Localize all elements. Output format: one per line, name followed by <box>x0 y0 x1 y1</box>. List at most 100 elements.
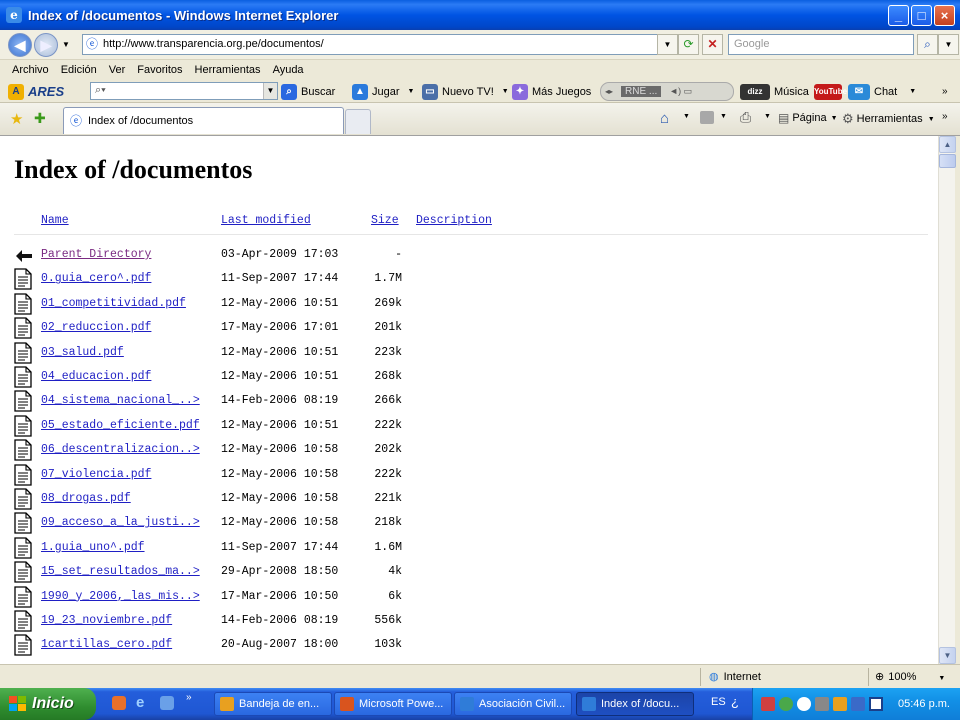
tray-security-icon[interactable] <box>851 697 865 711</box>
feeds-icon[interactable] <box>700 111 714 124</box>
musica-button[interactable]: dizz Música <box>740 82 809 101</box>
menu-edicion[interactable]: Edición <box>61 64 97 76</box>
clock[interactable]: 05:46 p.m. <box>898 688 950 720</box>
scroll-up-button[interactable]: ▲ <box>939 136 956 153</box>
ares-search-icon: ⌕ <box>281 83 297 100</box>
quicklaunch-ie-icon[interactable]: e <box>136 694 144 711</box>
column-header-last-modified[interactable]: Last modified <box>221 214 311 227</box>
add-favorites-icon[interactable]: ✚ <box>34 110 46 127</box>
file-link[interactable]: 01_competitividad.pdf <box>41 297 186 310</box>
taskbar-button[interactable]: Asociación Civil... <box>454 692 572 716</box>
taskbar-button[interactable]: Microsoft Powe... <box>334 692 452 716</box>
tray-network-icon[interactable] <box>815 697 829 711</box>
file-link[interactable]: 1cartillas_cero.pdf <box>41 638 172 651</box>
print-icon[interactable]: ⎙ <box>740 109 751 126</box>
pagina-menu[interactable]: ▤ Página ▼ <box>778 111 838 125</box>
home-icon[interactable]: ⌂ <box>660 110 669 127</box>
refresh-icon[interactable]: ⟳ <box>678 34 699 55</box>
menu-ver[interactable]: Ver <box>109 64 126 76</box>
file-link[interactable]: 1990_y_2006,_las_mis..> <box>41 590 200 603</box>
quicklaunch-overflow-icon[interactable]: » <box>186 692 192 703</box>
file-link[interactable]: 04_sistema_nacional_..> <box>41 394 200 407</box>
column-header-description[interactable]: Description <box>416 214 492 227</box>
chat-button[interactable]: ✉ Chat ▼ <box>848 82 916 101</box>
file-link[interactable]: 19_23_noviembre.pdf <box>41 614 172 627</box>
menu-ayuda[interactable]: Ayuda <box>273 64 304 76</box>
column-header-size[interactable]: Size <box>371 214 399 227</box>
herramientas-menu[interactable]: ⚙ Herramientas ▼ <box>842 111 935 127</box>
radio-controls-icon[interactable]: ◂▸ <box>605 87 613 96</box>
file-link[interactable]: 15_set_resultados_ma..> <box>41 565 200 578</box>
file-icon <box>14 634 34 657</box>
volume-icon[interactable]: ◄) ▭ <box>669 86 692 97</box>
taskbar-button[interactable]: Bandeja de en... <box>214 692 332 716</box>
tray-panda-icon[interactable] <box>797 697 811 711</box>
scroll-down-button[interactable]: ▼ <box>939 647 956 664</box>
menu-favoritos[interactable]: Favoritos <box>137 64 182 76</box>
ares-search-input[interactable]: ⌕▾ ▼ <box>90 82 278 100</box>
language-indicator[interactable]: ES <box>711 696 726 708</box>
tray-warning-icon[interactable] <box>833 697 847 711</box>
address-dropdown-icon[interactable]: ▼ <box>657 34 678 55</box>
file-link[interactable]: 0.guia_cero^.pdf <box>41 272 151 285</box>
youtube-button[interactable]: YouTube <box>814 82 847 101</box>
column-header-name[interactable]: Name <box>41 214 69 227</box>
new-tab-button[interactable] <box>345 109 371 134</box>
file-icon <box>14 390 34 413</box>
address-input[interactable]: ⓔ http://www.transparencia.org.pe/docume… <box>82 34 674 55</box>
tray-media-icon[interactable] <box>869 697 883 711</box>
menu-archivo[interactable]: Archivo <box>12 64 49 76</box>
file-link[interactable]: 02_reduccion.pdf <box>41 321 151 334</box>
file-link[interactable]: 04_educacion.pdf <box>41 370 151 383</box>
file-link[interactable]: 1.guia_uno^.pdf <box>41 541 145 554</box>
file-icon <box>14 317 34 339</box>
size-cell: 222k <box>374 418 402 432</box>
jugar-button[interactable]: ▲ Jugar ▼ <box>352 82 414 101</box>
print-dropdown-icon[interactable]: ▼ <box>764 113 771 120</box>
file-link[interactable]: 09_acceso_a_la_justi..> <box>41 516 200 529</box>
nuevo-tv-button[interactable]: ▭ Nuevo TV! ▼ <box>422 82 509 101</box>
ares-search-button[interactable]: ⌕ Buscar <box>281 82 335 101</box>
radio-player[interactable]: ◂▸ RNE ... ◄) ▭ <box>600 82 734 101</box>
taskbar-button[interactable]: Index of /docu... <box>576 692 694 716</box>
search-options-icon[interactable]: ▼ <box>938 34 959 55</box>
tab-index-documentos[interactable]: ⓔ Index of /documentos <box>63 107 344 134</box>
minimize-button[interactable]: _ <box>888 5 909 26</box>
start-button[interactable]: Inicio <box>0 688 96 720</box>
stop-icon[interactable]: ✕ <box>702 34 723 55</box>
home-dropdown-icon[interactable]: ▼ <box>683 113 690 120</box>
tray-app-icon[interactable] <box>761 697 775 711</box>
file-link[interactable]: 08_drogas.pdf <box>41 492 131 505</box>
forward-button[interactable]: ▶ <box>34 33 58 57</box>
file-link[interactable]: 05_estado_eficiente.pdf <box>41 419 200 432</box>
vertical-scrollbar[interactable]: ▲ ▼ <box>938 136 956 664</box>
file-link[interactable]: 07_violencia.pdf <box>41 468 151 481</box>
table-row: 1990_y_2006,_las_mis..> 17-Mar-2006 10:50… <box>0 585 938 610</box>
search-input[interactable]: Google <box>728 34 914 55</box>
feeds-dropdown-icon[interactable]: ▼ <box>720 113 727 120</box>
tray-messenger-icon[interactable] <box>779 697 793 711</box>
search-icon[interactable]: ⌕ <box>917 34 938 55</box>
maximize-button[interactable]: □ <box>911 5 932 26</box>
window-titlebar[interactable]: e Index of /documentos - Windows Interne… <box>0 0 960 30</box>
file-link[interactable]: 03_salud.pdf <box>41 346 124 359</box>
mas-juegos-button[interactable]: ✦ Más Juegos <box>512 82 591 101</box>
recent-pages-dropdown-icon[interactable]: ▼ <box>62 40 70 49</box>
quicklaunch-desktop-icon[interactable] <box>160 696 174 710</box>
favorites-star-icon[interactable]: ★ <box>10 110 23 128</box>
file-link[interactable]: 06_descentralizacion..> <box>41 443 200 456</box>
zoom-control[interactable]: ⊕ 100% ▼ <box>868 668 958 686</box>
commandbar-overflow-icon[interactable]: » <box>942 111 948 122</box>
ares-logo[interactable]: A ARES <box>8 82 64 101</box>
parent-directory-link[interactable]: Parent Directory <box>41 248 151 261</box>
menu-herramientas[interactable]: Herramientas <box>195 64 261 76</box>
size-cell: 202k <box>374 443 402 457</box>
ares-dropdown-icon[interactable]: ▼ <box>263 83 277 99</box>
quicklaunch-outlook-icon[interactable] <box>112 696 126 710</box>
back-button[interactable]: ◀ <box>8 33 32 57</box>
globe-icon: ◍ <box>709 671 719 683</box>
help-icon[interactable]: ¿ <box>731 694 739 709</box>
toolbar-overflow-icon[interactable]: » <box>942 82 948 101</box>
scroll-thumb[interactable] <box>939 154 956 168</box>
close-button[interactable]: × <box>934 5 955 26</box>
